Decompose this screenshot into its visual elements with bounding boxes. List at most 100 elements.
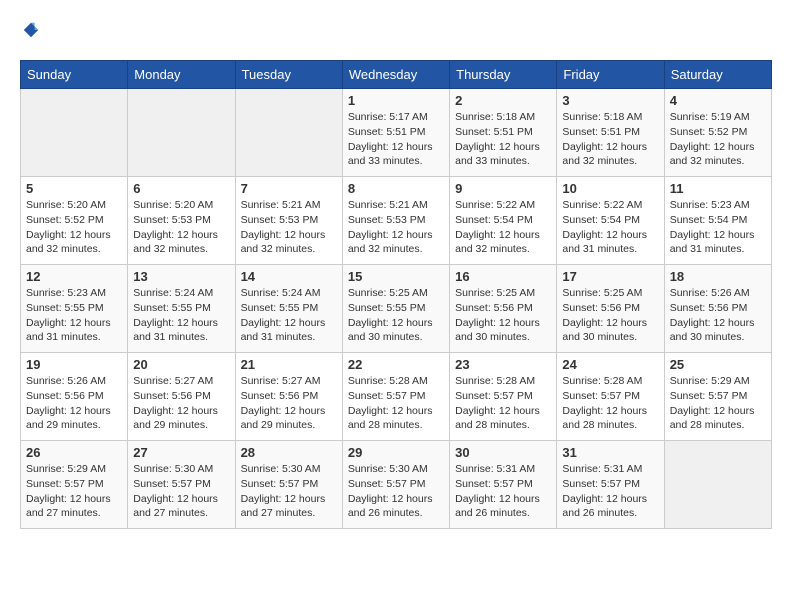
logo <box>20 20 40 44</box>
day-number: 4 <box>670 93 766 108</box>
day-number: 14 <box>241 269 337 284</box>
cell-info: Sunrise: 5:29 AM Sunset: 5:57 PM Dayligh… <box>670 374 766 433</box>
day-number: 3 <box>562 93 658 108</box>
day-number: 9 <box>455 181 551 196</box>
cell-info: Sunrise: 5:20 AM Sunset: 5:52 PM Dayligh… <box>26 198 122 257</box>
day-number: 17 <box>562 269 658 284</box>
calendar-cell: 23 Sunrise: 5:28 AM Sunset: 5:57 PM Dayl… <box>450 353 557 441</box>
header-day: Friday <box>557 61 664 89</box>
header-row: SundayMondayTuesdayWednesdayThursdayFrid… <box>21 61 772 89</box>
calendar-cell: 11 Sunrise: 5:23 AM Sunset: 5:54 PM Dayl… <box>664 177 771 265</box>
calendar-cell: 21 Sunrise: 5:27 AM Sunset: 5:56 PM Dayl… <box>235 353 342 441</box>
calendar-cell: 20 Sunrise: 5:27 AM Sunset: 5:56 PM Dayl… <box>128 353 235 441</box>
calendar-cell: 18 Sunrise: 5:26 AM Sunset: 5:56 PM Dayl… <box>664 265 771 353</box>
calendar-week: 1 Sunrise: 5:17 AM Sunset: 5:51 PM Dayli… <box>21 89 772 177</box>
day-number: 30 <box>455 445 551 460</box>
cell-info: Sunrise: 5:28 AM Sunset: 5:57 PM Dayligh… <box>455 374 551 433</box>
day-number: 7 <box>241 181 337 196</box>
day-number: 12 <box>26 269 122 284</box>
day-number: 5 <box>26 181 122 196</box>
calendar-cell: 8 Sunrise: 5:21 AM Sunset: 5:53 PM Dayli… <box>342 177 449 265</box>
cell-info: Sunrise: 5:28 AM Sunset: 5:57 PM Dayligh… <box>562 374 658 433</box>
cell-info: Sunrise: 5:28 AM Sunset: 5:57 PM Dayligh… <box>348 374 444 433</box>
cell-info: Sunrise: 5:30 AM Sunset: 5:57 PM Dayligh… <box>241 462 337 521</box>
cell-info: Sunrise: 5:23 AM Sunset: 5:55 PM Dayligh… <box>26 286 122 345</box>
day-number: 31 <box>562 445 658 460</box>
day-number: 11 <box>670 181 766 196</box>
calendar-cell: 17 Sunrise: 5:25 AM Sunset: 5:56 PM Dayl… <box>557 265 664 353</box>
header-day: Sunday <box>21 61 128 89</box>
day-number: 28 <box>241 445 337 460</box>
calendar-cell: 22 Sunrise: 5:28 AM Sunset: 5:57 PM Dayl… <box>342 353 449 441</box>
calendar-cell: 7 Sunrise: 5:21 AM Sunset: 5:53 PM Dayli… <box>235 177 342 265</box>
calendar-cell: 30 Sunrise: 5:31 AM Sunset: 5:57 PM Dayl… <box>450 441 557 529</box>
cell-info: Sunrise: 5:27 AM Sunset: 5:56 PM Dayligh… <box>241 374 337 433</box>
calendar-cell: 9 Sunrise: 5:22 AM Sunset: 5:54 PM Dayli… <box>450 177 557 265</box>
calendar-cell: 16 Sunrise: 5:25 AM Sunset: 5:56 PM Dayl… <box>450 265 557 353</box>
calendar-week: 26 Sunrise: 5:29 AM Sunset: 5:57 PM Dayl… <box>21 441 772 529</box>
calendar-cell: 12 Sunrise: 5:23 AM Sunset: 5:55 PM Dayl… <box>21 265 128 353</box>
calendar-cell: 28 Sunrise: 5:30 AM Sunset: 5:57 PM Dayl… <box>235 441 342 529</box>
day-number: 29 <box>348 445 444 460</box>
cell-info: Sunrise: 5:18 AM Sunset: 5:51 PM Dayligh… <box>455 110 551 169</box>
cell-info: Sunrise: 5:31 AM Sunset: 5:57 PM Dayligh… <box>455 462 551 521</box>
cell-info: Sunrise: 5:27 AM Sunset: 5:56 PM Dayligh… <box>133 374 229 433</box>
header-day: Wednesday <box>342 61 449 89</box>
cell-info: Sunrise: 5:24 AM Sunset: 5:55 PM Dayligh… <box>241 286 337 345</box>
day-number: 21 <box>241 357 337 372</box>
header-day: Tuesday <box>235 61 342 89</box>
calendar-cell: 29 Sunrise: 5:30 AM Sunset: 5:57 PM Dayl… <box>342 441 449 529</box>
calendar-week: 5 Sunrise: 5:20 AM Sunset: 5:52 PM Dayli… <box>21 177 772 265</box>
cell-info: Sunrise: 5:24 AM Sunset: 5:55 PM Dayligh… <box>133 286 229 345</box>
calendar-cell: 6 Sunrise: 5:20 AM Sunset: 5:53 PM Dayli… <box>128 177 235 265</box>
header-day: Monday <box>128 61 235 89</box>
calendar-cell: 25 Sunrise: 5:29 AM Sunset: 5:57 PM Dayl… <box>664 353 771 441</box>
calendar-cell: 3 Sunrise: 5:18 AM Sunset: 5:51 PM Dayli… <box>557 89 664 177</box>
calendar-cell: 13 Sunrise: 5:24 AM Sunset: 5:55 PM Dayl… <box>128 265 235 353</box>
cell-info: Sunrise: 5:22 AM Sunset: 5:54 PM Dayligh… <box>562 198 658 257</box>
day-number: 15 <box>348 269 444 284</box>
calendar-cell: 19 Sunrise: 5:26 AM Sunset: 5:56 PM Dayl… <box>21 353 128 441</box>
cell-info: Sunrise: 5:25 AM Sunset: 5:55 PM Dayligh… <box>348 286 444 345</box>
cell-info: Sunrise: 5:31 AM Sunset: 5:57 PM Dayligh… <box>562 462 658 521</box>
calendar-cell: 5 Sunrise: 5:20 AM Sunset: 5:52 PM Dayli… <box>21 177 128 265</box>
day-number: 2 <box>455 93 551 108</box>
day-number: 18 <box>670 269 766 284</box>
day-number: 26 <box>26 445 122 460</box>
day-number: 27 <box>133 445 229 460</box>
day-number: 25 <box>670 357 766 372</box>
cell-info: Sunrise: 5:30 AM Sunset: 5:57 PM Dayligh… <box>133 462 229 521</box>
cell-info: Sunrise: 5:17 AM Sunset: 5:51 PM Dayligh… <box>348 110 444 169</box>
day-number: 1 <box>348 93 444 108</box>
cell-info: Sunrise: 5:20 AM Sunset: 5:53 PM Dayligh… <box>133 198 229 257</box>
cell-info: Sunrise: 5:19 AM Sunset: 5:52 PM Dayligh… <box>670 110 766 169</box>
day-number: 10 <box>562 181 658 196</box>
cell-info: Sunrise: 5:29 AM Sunset: 5:57 PM Dayligh… <box>26 462 122 521</box>
cell-info: Sunrise: 5:23 AM Sunset: 5:54 PM Dayligh… <box>670 198 766 257</box>
header-day: Thursday <box>450 61 557 89</box>
calendar-week: 12 Sunrise: 5:23 AM Sunset: 5:55 PM Dayl… <box>21 265 772 353</box>
header-day: Saturday <box>664 61 771 89</box>
cell-info: Sunrise: 5:21 AM Sunset: 5:53 PM Dayligh… <box>241 198 337 257</box>
calendar-cell: 2 Sunrise: 5:18 AM Sunset: 5:51 PM Dayli… <box>450 89 557 177</box>
logo-icon <box>22 21 40 39</box>
calendar-cell: 27 Sunrise: 5:30 AM Sunset: 5:57 PM Dayl… <box>128 441 235 529</box>
day-number: 13 <box>133 269 229 284</box>
calendar-cell: 15 Sunrise: 5:25 AM Sunset: 5:55 PM Dayl… <box>342 265 449 353</box>
cell-info: Sunrise: 5:25 AM Sunset: 5:56 PM Dayligh… <box>562 286 658 345</box>
cell-info: Sunrise: 5:22 AM Sunset: 5:54 PM Dayligh… <box>455 198 551 257</box>
calendar-cell <box>21 89 128 177</box>
cell-info: Sunrise: 5:26 AM Sunset: 5:56 PM Dayligh… <box>670 286 766 345</box>
day-number: 20 <box>133 357 229 372</box>
page-header <box>20 20 772 44</box>
cell-info: Sunrise: 5:25 AM Sunset: 5:56 PM Dayligh… <box>455 286 551 345</box>
cell-info: Sunrise: 5:21 AM Sunset: 5:53 PM Dayligh… <box>348 198 444 257</box>
cell-info: Sunrise: 5:26 AM Sunset: 5:56 PM Dayligh… <box>26 374 122 433</box>
calendar-cell: 31 Sunrise: 5:31 AM Sunset: 5:57 PM Dayl… <box>557 441 664 529</box>
calendar-cell: 26 Sunrise: 5:29 AM Sunset: 5:57 PM Dayl… <box>21 441 128 529</box>
calendar-cell <box>235 89 342 177</box>
calendar-cell: 4 Sunrise: 5:19 AM Sunset: 5:52 PM Dayli… <box>664 89 771 177</box>
day-number: 24 <box>562 357 658 372</box>
day-number: 16 <box>455 269 551 284</box>
calendar-cell: 1 Sunrise: 5:17 AM Sunset: 5:51 PM Dayli… <box>342 89 449 177</box>
